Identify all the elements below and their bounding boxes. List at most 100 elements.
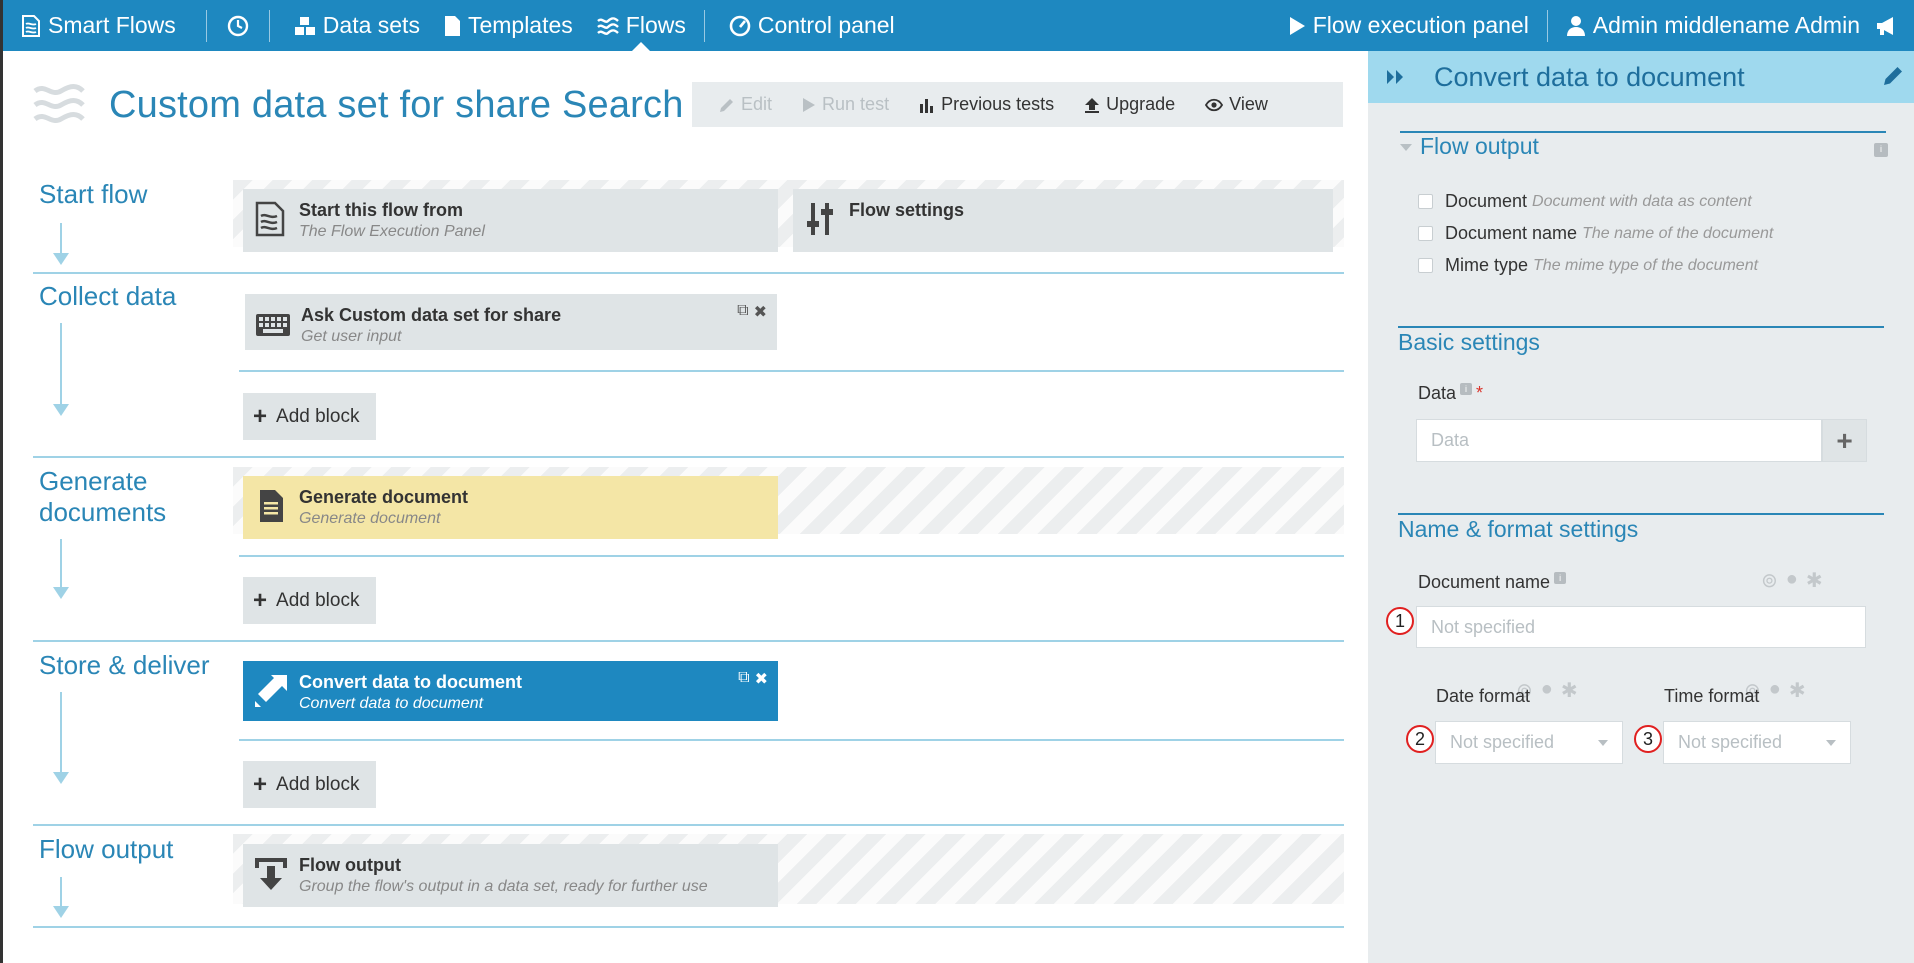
info-icon[interactable]: i bbox=[1460, 383, 1473, 395]
block-tools: ⧉ ✖ bbox=[738, 669, 768, 689]
block-title: Flow settings bbox=[849, 200, 965, 220]
asterisk-icon[interactable]: ✱ bbox=[1561, 678, 1578, 703]
run-test-button[interactable]: Run test bbox=[787, 94, 904, 115]
top-navigation-bar: Smart Flows Data sets Templates Flows Co… bbox=[0, 0, 1914, 51]
nav-item-data-sets[interactable]: Data sets bbox=[276, 0, 432, 51]
block-title: Convert data to document bbox=[299, 672, 523, 692]
block-subtitle: Group the flow's output in a data set, r… bbox=[299, 878, 708, 895]
block-separator bbox=[239, 370, 1344, 372]
section-divider bbox=[33, 272, 1344, 274]
copy-icon[interactable]: ⧉ bbox=[737, 302, 748, 322]
add-block-button[interactable]: + Add block bbox=[243, 761, 376, 808]
flow-execution-label: Flow execution panel bbox=[1312, 12, 1529, 38]
checkbox[interactable] bbox=[1418, 258, 1433, 273]
panel-section-divider bbox=[1398, 326, 1884, 328]
pencil-icon bbox=[720, 98, 733, 112]
generate-document-text: Generate document Generate document bbox=[299, 486, 468, 530]
nav-divider bbox=[268, 9, 270, 42]
previous-tests-button[interactable]: Previous tests bbox=[904, 94, 1069, 115]
edit-button[interactable]: Edit bbox=[704, 94, 787, 115]
checkbox[interactable] bbox=[1418, 194, 1433, 209]
time-format-value: Not specified bbox=[1678, 732, 1783, 752]
edit-pencil-icon[interactable] bbox=[1882, 65, 1904, 87]
flow-settings-block[interactable]: Flow settings bbox=[793, 189, 1333, 252]
flow-toolbar: Edit Run test Previous tests Upgrade Vie… bbox=[692, 82, 1343, 127]
nav-divider bbox=[1546, 9, 1548, 42]
section-divider bbox=[33, 640, 1344, 642]
block-separator bbox=[239, 555, 1344, 557]
eye-icon bbox=[1205, 98, 1224, 111]
output-row-document[interactable]: Document Document with data as content bbox=[1418, 191, 1752, 212]
upgrade-label: Upgrade bbox=[1106, 94, 1176, 114]
generate-document-block[interactable]: Generate document Generate document bbox=[243, 476, 778, 539]
view-button[interactable]: View bbox=[1190, 94, 1283, 115]
required-marker: * bbox=[1476, 383, 1484, 403]
asterisk-icon[interactable]: ✱ bbox=[1789, 678, 1806, 703]
section-title: Flow output bbox=[1420, 133, 1539, 159]
user-icon bbox=[1566, 15, 1585, 36]
user-menu[interactable]: Admin middlename Admin bbox=[1554, 0, 1872, 51]
data-input[interactable]: Data bbox=[1416, 419, 1822, 462]
user-icon[interactable]: ● bbox=[1786, 568, 1798, 593]
section-label-line: Generate bbox=[39, 466, 148, 496]
close-icon[interactable]: ✖ bbox=[755, 669, 768, 689]
field-label-text: Data bbox=[1418, 383, 1457, 403]
block-subtitle: The Flow Execution Panel bbox=[299, 223, 485, 240]
date-format-select[interactable]: Not specified bbox=[1435, 721, 1623, 764]
close-icon[interactable]: ✖ bbox=[754, 302, 767, 322]
nav-item-flows[interactable]: Flows bbox=[585, 0, 698, 51]
edit-label: Edit bbox=[741, 94, 773, 114]
time-format-select[interactable]: Not specified bbox=[1663, 721, 1851, 764]
section-label-flow-output: Flow output bbox=[39, 834, 174, 864]
variable-icon[interactable]: ⊚ bbox=[1761, 568, 1778, 593]
section-label-generate-documents: Generate documents bbox=[39, 466, 166, 528]
info-icon[interactable]: i bbox=[1554, 572, 1567, 584]
add-block-button[interactable]: + Add block bbox=[243, 577, 376, 624]
time-format-label: Time format bbox=[1664, 686, 1760, 706]
document-name-input[interactable]: Not specified bbox=[1416, 606, 1866, 648]
nav-brand-smart-flows[interactable]: Smart Flows bbox=[3, 0, 188, 51]
field-option-icons: ⊚ ● ✱ bbox=[1761, 568, 1823, 593]
info-icon[interactable]: i bbox=[1874, 143, 1888, 157]
bar-chart-icon bbox=[920, 98, 934, 113]
collapse-panel-icon[interactable] bbox=[1386, 69, 1406, 85]
history-button[interactable] bbox=[213, 0, 263, 51]
user-name: Admin middlename Admin bbox=[1592, 12, 1860, 38]
play-icon bbox=[1289, 16, 1305, 35]
nav-item-templates[interactable]: Templates bbox=[432, 0, 585, 51]
block-title: Generate document bbox=[299, 487, 469, 507]
copy-icon[interactable]: ⧉ bbox=[738, 669, 749, 689]
chevron-down-icon bbox=[1400, 144, 1412, 152]
section-arrow bbox=[53, 692, 69, 784]
section-label-store-deliver: Store & deliver bbox=[39, 650, 210, 680]
user-icon[interactable]: ● bbox=[1541, 678, 1553, 703]
nav-item-label: Data sets bbox=[322, 12, 420, 38]
flow-output-block[interactable]: Flow output Group the flow's output in a… bbox=[243, 844, 778, 907]
flow-execution-panel-link[interactable]: Flow execution panel bbox=[1276, 0, 1541, 51]
user-icon[interactable]: ● bbox=[1769, 678, 1781, 703]
convert-data-block[interactable]: Convert data to document Convert data to… bbox=[243, 661, 778, 721]
checkbox[interactable] bbox=[1418, 226, 1433, 241]
add-block-button[interactable]: + Add block bbox=[243, 393, 376, 440]
add-data-button[interactable]: + bbox=[1822, 419, 1867, 462]
section-arrow bbox=[53, 877, 69, 918]
date-format-value: Not specified bbox=[1450, 732, 1555, 752]
start-trigger-block[interactable]: Start this flow from The Flow Execution … bbox=[243, 189, 778, 252]
flow-output-section-toggle[interactable]: Flow output bbox=[1400, 133, 1539, 160]
section-divider bbox=[33, 456, 1344, 458]
ask-data-block[interactable]: Ask Custom data set for share Get user i… bbox=[245, 294, 777, 350]
upgrade-button[interactable]: Upgrade bbox=[1069, 94, 1190, 115]
output-row-mime-type[interactable]: Mime type The mime type of the document bbox=[1418, 255, 1758, 276]
section-label-start-flow: Start flow bbox=[39, 179, 148, 209]
nav-item-control-panel[interactable]: Control panel bbox=[711, 0, 907, 51]
data-field-label: Data i * bbox=[1418, 383, 1483, 404]
sliders-icon bbox=[807, 203, 833, 235]
nav-item-label: Control panel bbox=[757, 12, 895, 38]
announcements-button[interactable] bbox=[1872, 0, 1914, 51]
asterisk-icon[interactable]: ✱ bbox=[1806, 568, 1823, 593]
nav-item-label: Flows bbox=[625, 12, 686, 38]
panel-header: Convert data to document bbox=[1368, 51, 1914, 103]
document-name-placeholder: Not specified bbox=[1431, 616, 1536, 637]
block-subtitle: Generate document bbox=[299, 510, 441, 527]
output-row-document-name[interactable]: Document name The name of the document bbox=[1418, 223, 1773, 244]
